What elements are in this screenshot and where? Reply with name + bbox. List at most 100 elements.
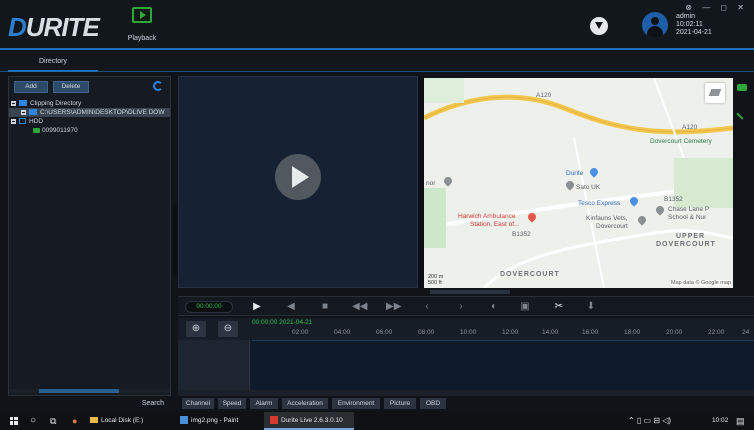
map-label: Chase Lane P [668,206,710,213]
map-label: DOVERCOURT [656,241,716,248]
collapse-handle[interactable] [173,205,177,275]
directory-toolbar: Add Delete [9,77,170,95]
map-label: Durite [566,170,584,177]
map-label: A120 [536,92,552,99]
data-tabs: Channel Speed Alarm Acceleration Environ… [178,398,754,409]
map-label: UPPER [676,233,706,240]
hdd-icon [19,118,26,125]
user-name: admin [676,13,696,20]
expand-icon[interactable] [21,109,26,115]
fast-forward-icon[interactable]: ▶▶ [386,300,401,314]
map-attribution[interactable]: Map data © Google map [670,280,731,286]
taskbar-local-disk[interactable]: Local Disk (E:) [90,412,143,430]
snapshot-icon[interactable]: ▣ [518,300,532,314]
user-avatar[interactable] [642,12,668,38]
collapse-icon[interactable] [11,100,16,106]
tick-label: 16:00 [582,329,599,336]
play-icon[interactable] [275,154,321,200]
tick-label: 20:00 [666,329,683,336]
map-label: Tesco Express [578,200,621,207]
download-icon[interactable] [590,17,608,35]
map-scale: 200 m 500 ft [428,274,444,286]
tick-label: 02:00 [292,329,309,336]
download-clip-icon[interactable]: ⬇ [584,300,598,314]
tree-item-clipping[interactable]: Clipping Directory [9,99,170,108]
timeline-panel: ⊕ ⊖ 00:00:00 2021-04-21 02:00 04:00 06:0… [178,318,754,396]
folder-icon [90,417,98,424]
tab-bar: Directory [0,52,754,72]
previous-icon[interactable]: ‹ [420,300,434,314]
map-label: A120 [682,124,698,131]
task-view-icon[interactable]: ⧉ [50,412,56,430]
volume-icon[interactable]: ◖ [486,300,500,314]
windows-start-icon[interactable] [10,417,18,425]
playback-controls: 00:00:00 ▶ ◀ ■ ◀◀ ▶▶ ‹ › ◖ ▣ ✂ ⬇ [178,296,754,316]
video-player[interactable] [178,76,418,288]
app-header: DURITE Playback admin 10:02:11 2021-04-2… [0,0,754,50]
route-icon[interactable] [736,108,748,120]
tick-label: 12:00 [502,329,519,336]
timeline-track[interactable] [252,340,754,392]
tab-obd[interactable]: OBD [420,398,446,409]
refresh-icon[interactable] [153,81,163,91]
rewind-icon[interactable]: ◀◀ [352,300,367,314]
map-view[interactable]: A120 A120 Dovercourt Cemetery Durite Sat… [424,78,733,288]
tab-directory[interactable]: Directory [8,54,98,72]
zoom-in-icon[interactable]: ⊕ [186,321,206,337]
durite-app-icon [270,416,278,425]
timeline-channel-list [178,340,250,392]
firefox-icon[interactable]: ● [72,412,77,430]
tick-label: 06:00 [376,329,393,336]
tick-label: 18:00 [624,329,641,336]
taskbar-paint[interactable]: img2.png - Paint [180,412,238,430]
directory-panel: Add Delete Clipping Directory C:\USERS\A… [8,76,171,407]
playback-button[interactable]: Playback [124,7,160,42]
windows-taskbar: ○ ⧉ ● Local Disk (E:) img2.png - Paint D… [0,412,754,430]
tab-channel[interactable]: Channel [182,398,214,409]
map-layers-icon[interactable] [705,83,725,103]
timeline-scrollbar[interactable] [178,390,754,396]
tab-environment[interactable]: Environment [332,398,380,409]
search-icon[interactable]: ○ [30,412,36,430]
prev-frame-icon[interactable]: ◀ [284,300,298,314]
resize-handle[interactable] [430,290,510,294]
directory-tree: Clipping Directory C:\USERS\ADMIN\DESKTO… [9,99,170,135]
horizontal-scrollbar[interactable] [9,389,170,393]
notification-icon[interactable]: ▤ [736,412,745,430]
taskbar-durite[interactable]: Durite Live 2.6.3.0.10 [270,412,343,430]
tab-alarm[interactable]: Alarm [250,398,278,409]
delete-button[interactable]: Delete [53,81,89,93]
play-icon[interactable]: ▶ [250,300,264,314]
playback-label: Playback [127,35,157,42]
bus-icon [33,127,40,133]
tick-label: 10:00 [460,329,477,336]
tick-label: 22:00 [708,329,725,336]
map-label: Harwich Ambulance [458,213,516,220]
tab-picture[interactable]: Picture [384,398,416,409]
search-button[interactable]: Search [142,400,164,407]
folder-icon [19,100,27,107]
map-label: Station, East of... [470,221,520,228]
tab-acceleration[interactable]: Acceleration [282,398,328,409]
tree-item-desktop-path[interactable]: C:\USERS\ADMIN\DESKTOP\DLIVE DOW [9,108,170,117]
map-label: nor [426,180,436,187]
tree-item-hdd[interactable]: HDD [9,117,170,126]
map-label: Sato UK [576,184,601,191]
tray-icons[interactable]: ⌃ ▯ ▭ ⊟ ◁) [628,412,671,430]
stop-icon[interactable]: ■ [318,300,332,314]
window-controls[interactable]: ⊗ — ◻ ✕ [685,3,748,12]
current-time: 00:00:00 [185,301,233,313]
add-button[interactable]: Add [14,81,48,93]
tab-speed[interactable]: Speed [218,398,246,409]
tree-item-vehicle[interactable]: 0099011970 [9,126,170,135]
tick-label: 14:00 [542,329,559,336]
zoom-out-icon[interactable]: ⊖ [218,321,238,337]
taskbar-clock[interactable]: 10:02 [712,412,728,430]
vehicle-icon[interactable] [737,84,747,91]
next-icon[interactable]: › [454,300,468,314]
timeline-date: 00:00:00 2021-04-21 [252,319,313,326]
clip-icon[interactable]: ✂ [552,300,566,314]
user-time: 10:02:11 [676,21,703,28]
map-label: B1352 [512,231,531,238]
collapse-icon[interactable] [11,118,16,124]
